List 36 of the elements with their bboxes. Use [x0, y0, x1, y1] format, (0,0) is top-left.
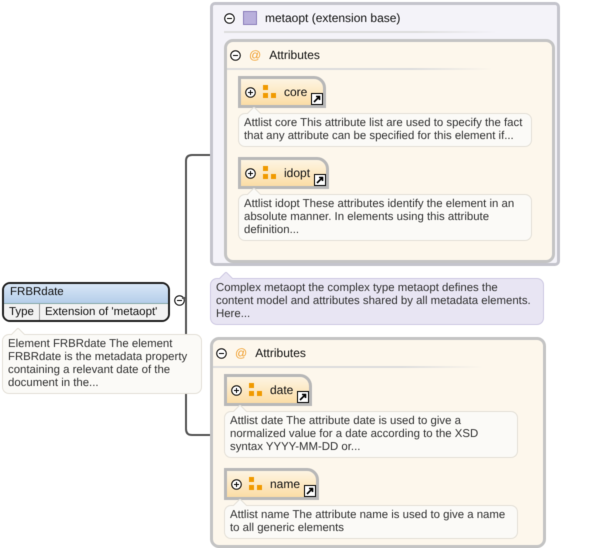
collapse-icon[interactable] [224, 12, 235, 24]
element-name: FRBRdate [4, 284, 168, 304]
expand-icon[interactable] [245, 168, 256, 178]
bubble-pointer [247, 107, 261, 114]
shortcut-arrow-icon[interactable] [297, 391, 310, 403]
at-sign-icon: @ [235, 346, 248, 360]
bubble-pointer [219, 272, 233, 279]
group-title: Attributes [255, 346, 306, 360]
type-value: Extension of 'metaopt' [44, 305, 158, 320]
attlist-icon [249, 383, 263, 397]
attribute-group-node[interactable]: date [224, 374, 312, 406]
element-node[interactable]: FRBRdate Type Extension of 'metaopt' [2, 282, 170, 322]
shortcut-arrow-icon[interactable] [304, 485, 316, 497]
attlist-icon [249, 477, 263, 491]
attlist-icon [263, 166, 277, 180]
expand-icon[interactable] [245, 86, 256, 98]
bubble-pointer [11, 328, 25, 335]
complex-type-icon [243, 11, 257, 25]
expand-icon[interactable] [231, 478, 242, 490]
attribute-group-node[interactable]: core [238, 76, 326, 108]
bubble-pointer [247, 188, 261, 195]
attribute-group-node[interactable]: idopt [238, 157, 330, 189]
type-label: Type [4, 304, 40, 320]
at-sign-icon: @ [249, 48, 262, 62]
attlist-icon [263, 85, 277, 99]
group-title: Attributes [269, 48, 320, 62]
collapse-icon[interactable] [216, 348, 227, 358]
shortcut-arrow-icon[interactable] [311, 93, 324, 105]
shortcut-arrow-icon[interactable] [314, 174, 326, 186]
collapse-icon[interactable] [230, 50, 241, 60]
collapse-icon[interactable] [174, 295, 185, 306]
bubble-pointer [233, 405, 247, 412]
extension-title: metaopt (extension base) [265, 11, 400, 25]
bubble-pointer [233, 499, 247, 506]
attribute-group-node[interactable]: name [224, 468, 320, 500]
expand-icon[interactable] [231, 384, 242, 396]
